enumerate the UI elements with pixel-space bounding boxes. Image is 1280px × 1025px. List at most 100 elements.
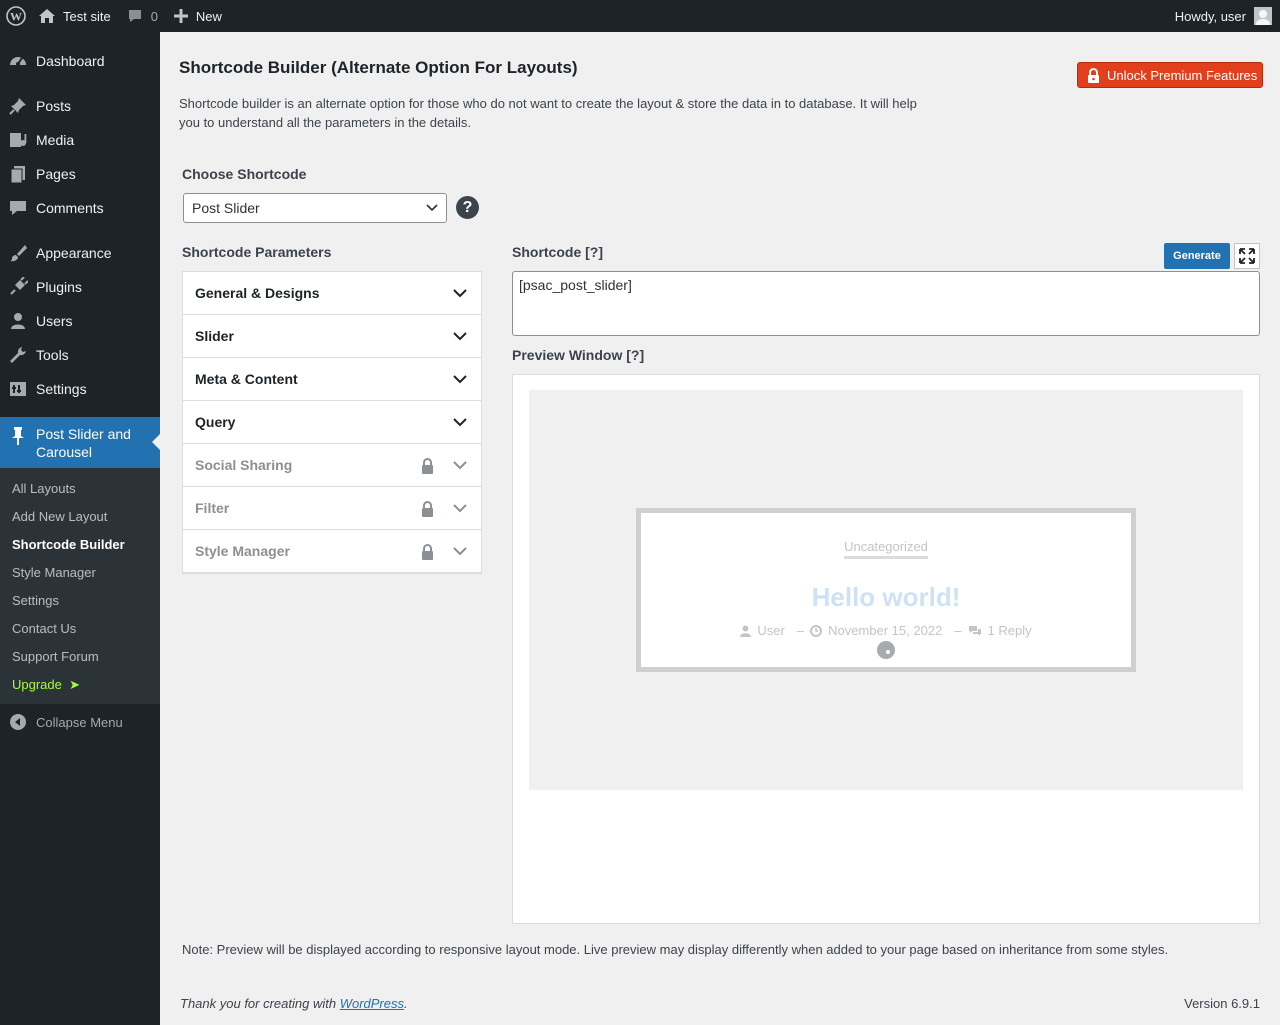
fullscreen-icon [1239,248,1255,264]
accordion-filter[interactable]: Filter [183,487,481,530]
user-icon [0,311,36,331]
new-label: New [195,8,222,24]
submenu-item-upgrade[interactable]: Upgrade ➤ [12,677,80,693]
accordion-style-manager[interactable]: Style Manager [183,530,481,573]
shortcode-textarea[interactable]: [psac_post_slider] [512,271,1260,336]
accordion-label: Slider [195,328,234,344]
pin-icon [0,425,36,446]
submenu-item-contact-us[interactable]: Contact Us [12,621,76,636]
sidebar-item-posts[interactable]: Posts [0,89,160,123]
post-comments: 1 Reply [987,623,1032,638]
footer-version: Version 6.9.1 [1184,996,1260,1011]
footer-thanks: Thank you for creating with WordPress. [180,996,408,1011]
sidebar-item-label: Media [36,132,75,148]
post-author: User [757,623,785,638]
sidebar-item-pages[interactable]: Pages [0,157,160,191]
loading-spinner-icon [877,641,895,659]
lock-icon [422,501,433,517]
plug-icon [0,277,36,297]
shortcode-select[interactable]: Post Slider [183,193,447,223]
sidebar-item-dashboard[interactable]: Dashboard [0,44,160,78]
comments-count: 0 [150,8,158,24]
wordpress-link[interactable]: WordPress [340,996,404,1011]
sidebar-item-users[interactable]: Users [0,304,160,338]
wordpress-logo-icon[interactable]: W [0,0,34,32]
submenu-item-all-layouts[interactable]: All Layouts [12,481,76,496]
clock-icon [810,624,823,637]
help-icon[interactable]: ? [456,196,479,219]
meta-separator: – [954,623,962,638]
site-name: Test site [63,8,111,24]
post-date: November 15, 2022 [828,623,943,638]
footer-period: . [404,996,408,1011]
chevron-down-icon [426,204,438,212]
shortcode-label[interactable]: Shortcode [?] [512,244,603,260]
post-title[interactable]: Hello world! [641,582,1131,613]
preview-window-label[interactable]: Preview Window [?] [512,347,644,363]
wrench-icon [0,345,36,365]
new-content-link[interactable]: New [166,0,230,32]
comments-link[interactable]: 0 [119,0,166,32]
brush-icon [0,243,36,263]
lock-icon [1088,67,1099,83]
submenu-item-support-forum[interactable]: Support Forum [12,649,99,664]
premium-label: Unlock Premium Features [1107,67,1258,83]
home-icon [39,9,55,23]
svg-text:W: W [10,10,22,24]
sidebar-item-media[interactable]: Media [0,123,160,157]
chevron-down-icon [453,547,467,556]
accordion-meta-content[interactable]: Meta & Content [183,358,481,401]
preview-note: Note: Preview will be displayed accordin… [182,942,1169,957]
accordion-social-sharing[interactable]: Social Sharing [183,444,481,487]
footer-thanks-text: Thank you for creating with [180,996,340,1011]
avatar [1254,7,1272,25]
sidebar-item-label: Dashboard [36,53,105,69]
intro-text: Shortcode builder is an alternate option… [179,94,939,132]
my-account[interactable]: Howdy, user [1175,7,1280,25]
preview-window: Uncategorized Hello world! User – Novemb… [512,374,1260,924]
fullscreen-button[interactable] [1234,243,1260,269]
sidebar-item-label: Comments [36,200,104,216]
pages-icon [0,164,36,184]
sidebar-item-appearance[interactable]: Appearance [0,236,160,270]
upgrade-arrow-icon: ➤ [69,677,81,692]
select-value: Post Slider [192,200,260,216]
accordion-label: Style Manager [195,543,290,559]
chevron-down-icon [453,504,467,513]
submenu-item-shortcode-builder[interactable]: Shortcode Builder [12,537,125,552]
submenu: All Layouts Add New Layout Shortcode Bui… [0,468,160,704]
user-icon [740,625,752,637]
sidebar-item-label: Appearance [36,245,112,261]
comment-icon [0,198,36,218]
sidebar-item-comments[interactable]: Comments [0,191,160,225]
choose-shortcode-label: Choose Shortcode [182,166,307,182]
sidebar-item-label: Tools [36,347,69,363]
chevron-down-icon [453,332,467,341]
sidebar-item-settings[interactable]: Settings [0,372,160,406]
accordion-slider[interactable]: Slider [183,315,481,358]
collapse-menu-button[interactable]: Collapse Menu [0,710,160,734]
accordion-label: General & Designs [195,285,320,301]
intro-line: Shortcode builder is an alternate option… [179,96,917,111]
submenu-item-style-manager[interactable]: Style Manager [12,565,96,580]
accordion-general-designs[interactable]: General & Designs [183,272,481,315]
site-name-link[interactable]: Test site [34,0,119,32]
intro-line: you to understand all the parameters in … [179,115,471,130]
comments-icon [968,625,981,636]
unlock-premium-button[interactable]: Unlock Premium Features [1077,62,1263,88]
category-label[interactable]: Uncategorized [844,539,928,559]
greeting: Howdy, user [1174,8,1246,24]
admin-sidebar: Dashboard Posts Media Pages Comments App… [0,32,160,1025]
sidebar-item-plugins[interactable]: Plugins [0,270,160,304]
accordion-label: Meta & Content [195,371,298,387]
current-menu-arrow [152,434,160,450]
preview-canvas: Uncategorized Hello world! User – Novemb… [529,390,1243,790]
accordion-query[interactable]: Query [183,401,481,444]
sidebar-item-post-slider[interactable]: Post Slider and Carousel [0,417,160,468]
submenu-item-settings[interactable]: Settings [12,593,59,608]
lock-icon [422,458,433,474]
sidebar-item-tools[interactable]: Tools [0,338,160,372]
submenu-item-add-new-layout[interactable]: Add New Layout [12,509,107,524]
generate-button[interactable]: Generate [1164,243,1230,269]
sidebar-item-label: Post Slider and Carousel [36,426,131,460]
